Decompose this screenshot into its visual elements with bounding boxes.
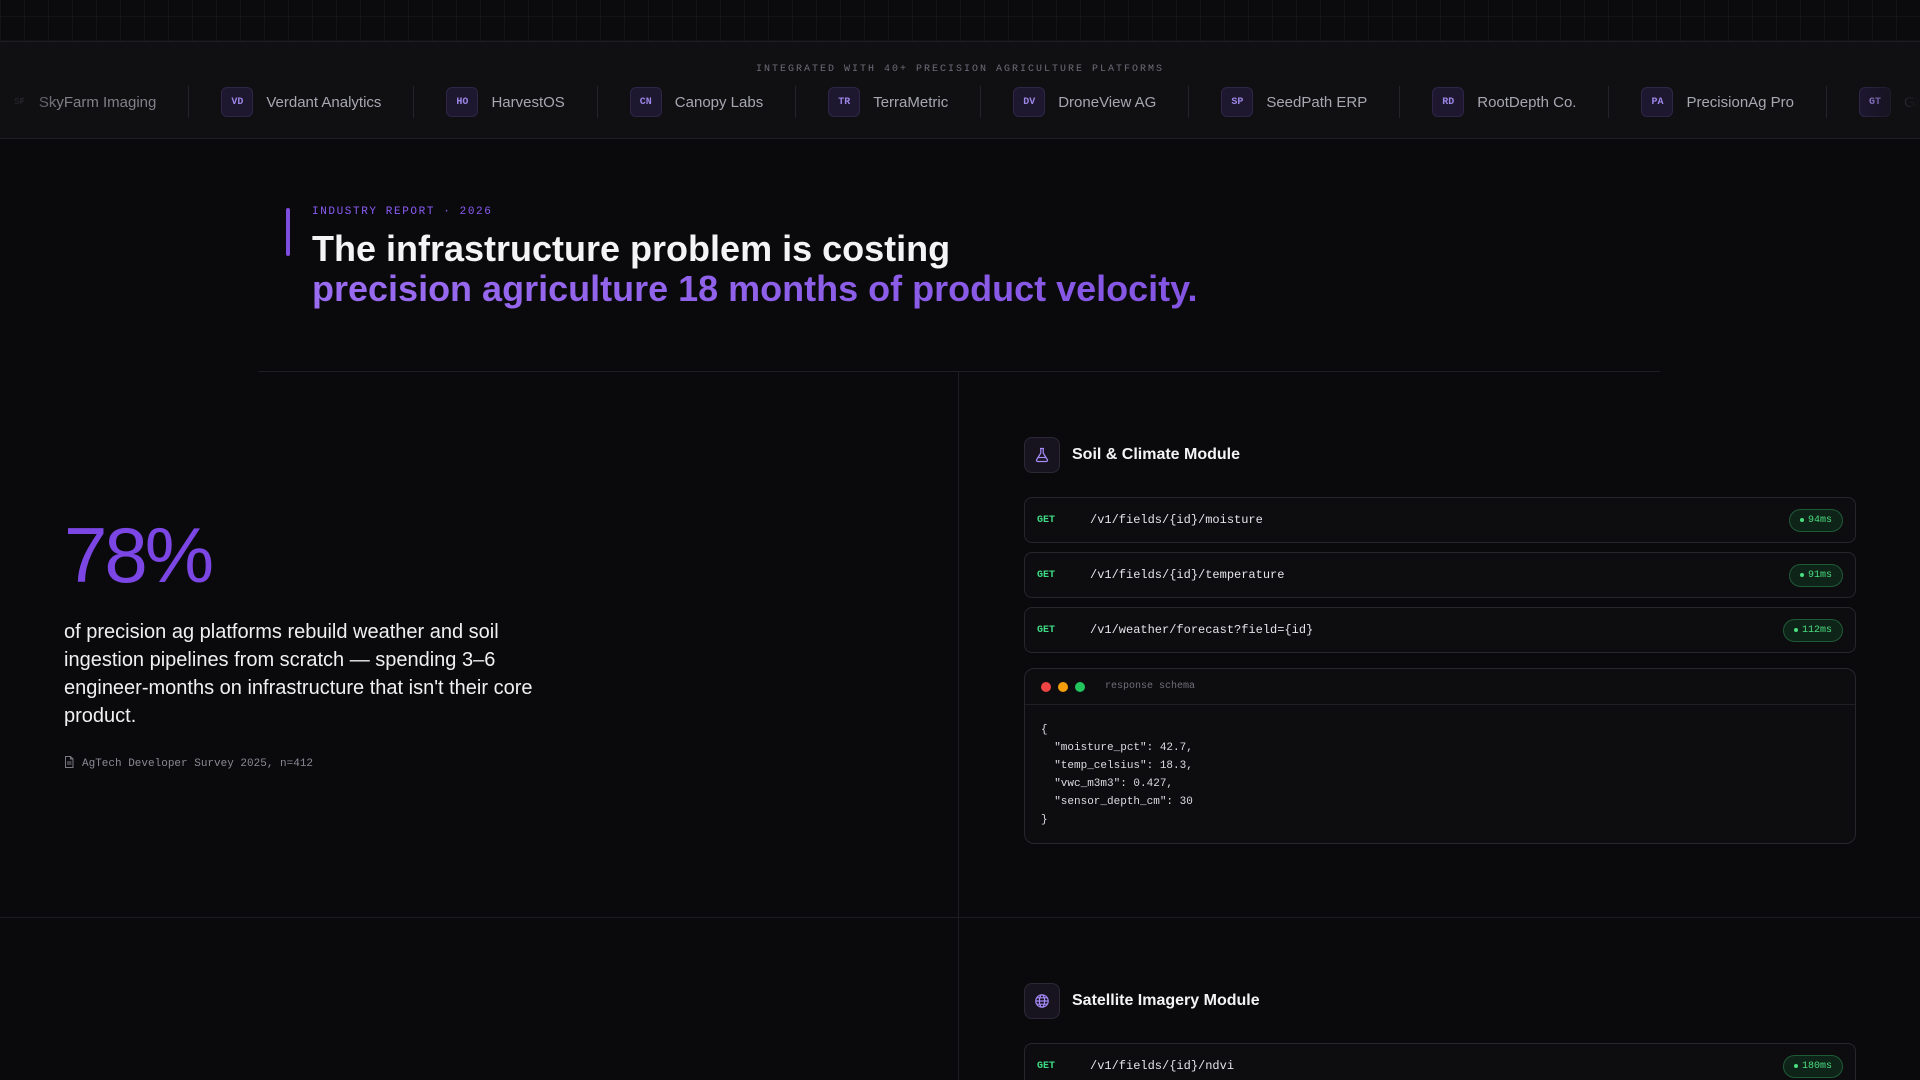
hero-eyebrow: INDUSTRY REPORT · 2026 (312, 206, 493, 218)
status-dot (1799, 573, 1804, 577)
endpoint-path: /v1/fields/{id}/ndvi (1090, 1059, 1235, 1073)
partner-item[interactable]: SF SkyFarm Imaging (0, 86, 190, 118)
partner-badge: SF (14, 97, 25, 107)
http-method: GET (1037, 624, 1056, 636)
stat-description: of precision ag platforms rebuild weathe… (64, 621, 533, 727)
partner-badge: PA (1641, 87, 1674, 117)
endpoint-path: /v1/weather/forecast?field={id} (1090, 623, 1314, 637)
partner-marquee: INTEGRATED WITH 40+ PRECISION AGRICULTUR… (0, 42, 1920, 139)
status-dot (1793, 1064, 1798, 1068)
partner-name: DroneView AG (1058, 93, 1157, 111)
hero-headline: INDUSTRY REPORT · 2026 The infrastructur… (286, 206, 1392, 309)
partner-badge: HO (446, 87, 479, 117)
stat-source: AgTech Developer Survey 2025, n=412 (64, 756, 584, 772)
section-divider (0, 917, 1920, 918)
endpoint-row[interactable]: GET /v1/weather/forecast?field={id} 112m… (1024, 607, 1856, 653)
partner-name: SkyFarm Imaging (38, 93, 157, 111)
partner-item[interactable]: DV DroneView AG (981, 86, 1190, 118)
flask-icon (1024, 437, 1060, 473)
partner-item[interactable]: GT GrowTrack (1827, 86, 1920, 118)
partner-badge: TR (828, 87, 861, 117)
partner-badge: VD (221, 87, 254, 117)
partner-badge: SP (1221, 87, 1254, 117)
partner-name: SeedPath ERP (1266, 93, 1368, 111)
globe-icon (1024, 983, 1060, 1019)
latency-value: 91ms (1807, 569, 1832, 581)
latency-badge: 180ms (1782, 1054, 1843, 1078)
http-method: GET (1037, 514, 1056, 526)
http-method: GET (1037, 569, 1056, 581)
module-header: Satellite Imagery Module (1024, 983, 1856, 1019)
schema-title: response schema (1105, 681, 1196, 692)
stat-value: 78% (64, 511, 214, 599)
endpoint-row[interactable]: GET /v1/fields/{id}/temperature 91ms (1024, 552, 1856, 598)
title-line-1: The infrastructure problem is costing (312, 228, 951, 269)
stat-source-text: AgTech Developer Survey 2025, n=412 (82, 758, 314, 770)
partner-item[interactable]: TR TerraMetric (796, 86, 982, 118)
partner-item[interactable]: CN Canopy Labs (598, 86, 797, 118)
document-icon (64, 756, 74, 772)
http-method: GET (1037, 1060, 1056, 1072)
partner-name: HarvestOS (491, 93, 565, 111)
status-dot (1799, 518, 1804, 522)
partner-row: SF SkyFarm Imaging VD Verdant Analytics … (0, 86, 1920, 118)
hero-accent-bar (286, 208, 290, 256)
latency-badge: 112ms (1782, 618, 1843, 642)
endpoint-path: /v1/fields/{id}/temperature (1090, 568, 1285, 582)
hero-divider (258, 371, 1660, 372)
module-header: Soil & Climate Module (1024, 437, 1856, 473)
title-line-2-accent: precision agriculture 18 months of produ… (312, 269, 1392, 309)
column-divider (958, 372, 959, 1080)
soil-climate-module: Soil & Climate Module GET /v1/fields/{id… (1024, 437, 1856, 844)
latency-value: 180ms (1801, 1060, 1832, 1072)
window-maximize-dot (1075, 681, 1085, 692)
module-title: Soil & Climate Module (1072, 446, 1241, 463)
partner-name: TerraMetric (873, 93, 949, 111)
endpoint-row[interactable]: GET /v1/fields/{id}/ndvi 180ms (1024, 1043, 1856, 1080)
latency-value: 112ms (1801, 624, 1832, 636)
page-title: The infrastructure problem is costing pr… (312, 229, 1392, 309)
partner-item[interactable]: SP SeedPath ERP (1189, 86, 1401, 118)
partner-badge: DV (1013, 87, 1046, 117)
window-close-dot (1041, 681, 1051, 692)
status-dot (1793, 628, 1798, 632)
partner-name: Canopy Labs (674, 93, 764, 111)
module-title: Satellite Imagery Module (1072, 992, 1260, 1009)
partner-item[interactable]: VD Verdant Analytics (189, 86, 415, 118)
schema-titlebar: response schema (1025, 669, 1855, 705)
endpoint-path: /v1/fields/{id}/moisture (1090, 513, 1263, 527)
window-minimize-dot (1058, 681, 1068, 692)
partner-badge: GT (1859, 87, 1892, 117)
partner-name: RootDepth Co. (1477, 93, 1577, 111)
partner-badge: RD (1432, 87, 1465, 117)
partner-name: GrowTrack (1904, 93, 1920, 111)
partner-name: PrecisionAg Pro (1686, 93, 1795, 111)
partner-item[interactable]: RD RootDepth Co. (1400, 86, 1610, 118)
latency-badge: 91ms (1788, 563, 1843, 587)
partner-item[interactable]: HO HarvestOS (414, 86, 598, 118)
satellite-imagery-module: Satellite Imagery Module GET /v1/fields/… (1024, 983, 1856, 1080)
stat-block: 78% of precision ag platforms rebuild we… (64, 510, 584, 772)
response-schema-panel: response schema { "moisture_pct": 42.7, … (1024, 668, 1856, 844)
latency-badge: 94ms (1788, 508, 1843, 532)
schema-code: { "moisture_pct": 42.7, "temp_celsius": … (1041, 724, 1193, 826)
partner-item[interactable]: PA PrecisionAg Pro (1609, 86, 1828, 118)
partner-name: Verdant Analytics (266, 93, 382, 111)
partner-badge: CN (629, 87, 662, 117)
endpoint-row[interactable]: GET /v1/fields/{id}/moisture 94ms (1024, 497, 1856, 543)
latency-value: 94ms (1807, 514, 1832, 526)
partners-caption: INTEGRATED WITH 40+ PRECISION AGRICULTUR… (755, 64, 1165, 75)
top-grid-strip (0, 0, 1920, 42)
